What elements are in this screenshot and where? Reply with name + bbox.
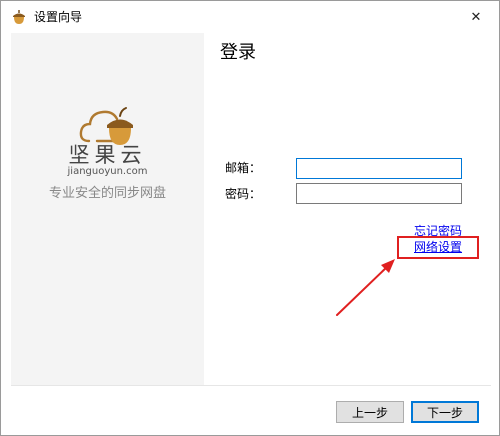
acorn-icon <box>13 10 25 24</box>
brand-slogan: 专业安全的同步网盘 <box>48 186 166 201</box>
brand-name: 坚果云 <box>68 143 147 167</box>
email-label: 邮箱： <box>225 161 262 175</box>
close-button[interactable]: ✕ <box>453 1 499 33</box>
password-label: 密码： <box>225 187 262 201</box>
brand-panel: 坚果云 jianguoyun.com 专业安全的同步网盘 <box>11 33 204 385</box>
window-title: 设置向导 <box>34 10 83 24</box>
next-step-button[interactable]: 下一步 <box>411 401 479 423</box>
title-bar: 设置向导 ✕ <box>1 1 499 33</box>
previous-step-button[interactable]: 上一步 <box>336 401 404 423</box>
setup-wizard-window: 设置向导 ✕ 坚果云 jianguoyun.com 专业安全的同步网盘 登录 邮… <box>0 0 500 436</box>
footer-divider <box>11 385 491 386</box>
close-icon: ✕ <box>470 9 482 25</box>
page-title: 登录 <box>220 42 256 63</box>
brand-domain: jianguoyun.com <box>67 166 148 177</box>
email-field[interactable] <box>296 158 462 179</box>
annotation-arrow-icon <box>336 259 395 316</box>
password-field[interactable] <box>296 183 462 204</box>
